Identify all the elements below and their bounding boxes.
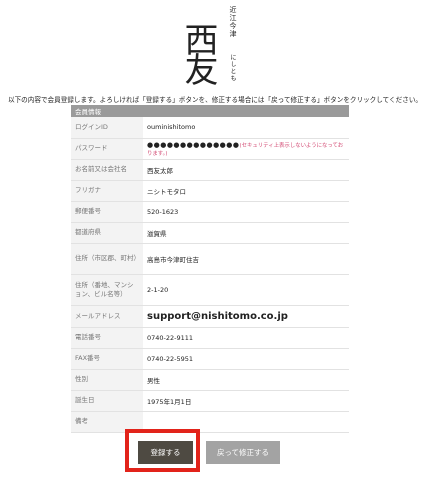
table-row-prefecture: 都道府県 滋賀県 — [71, 222, 349, 244]
row-value: ニシトモタロ — [143, 180, 349, 202]
register-button[interactable]: 登録する — [138, 441, 193, 464]
row-value: 高島市今津町住吉 — [143, 243, 349, 275]
row-label: パスワード — [71, 138, 143, 160]
table-row-name: お名前又は会社名 西友太郎 — [71, 159, 349, 181]
row-label: 誕生日 — [71, 390, 143, 412]
table-row-email: メールアドレス support@nishitomo.co.jp — [71, 305, 349, 328]
row-value: 0740-22-9111 — [143, 327, 349, 349]
row-label: 住所（番地、マンション、ビル名等） — [71, 274, 143, 306]
intro-text: 以下の内容で会員登録します。よろしければ「登録する」ボタンを、修正する場合には「… — [8, 96, 423, 104]
row-label: FAX番号 — [71, 348, 143, 370]
table-row-furigana: フリガナ ニシトモタロ — [71, 180, 349, 202]
row-label: お名前又は会社名 — [71, 159, 143, 181]
row-label: 都道府県 — [71, 222, 143, 244]
password-mask: ●●●●●●●●●●●●●● — [147, 140, 240, 149]
table-row-login-id: ログインID ouminishitomo — [71, 117, 349, 139]
row-value: 西友太郎 — [143, 159, 349, 181]
logo-sub-text: にしとも — [229, 54, 236, 82]
row-value: 1975年1月1日 — [143, 390, 349, 412]
row-value: 2-1-20 — [143, 274, 349, 306]
table-row-postal-code: 郵便番号 520-1623 — [71, 201, 349, 223]
table-caption-row: 会員情報 — [71, 105, 349, 117]
table-row-gender: 性別 男性 — [71, 369, 349, 391]
row-value: 520-1623 — [143, 201, 349, 223]
row-label: 性別 — [71, 369, 143, 391]
row-value: ouminishitomo — [143, 117, 349, 139]
table-row-phone: 電話番号 0740-22-9111 — [71, 327, 349, 349]
row-label: ログインID — [71, 117, 143, 139]
table-row-fax: FAX番号 0740-22-5951 — [71, 348, 349, 370]
row-value: support@nishitomo.co.jp — [143, 305, 349, 328]
table-row-birthday: 誕生日 1975年1月1日 — [71, 390, 349, 412]
logo-main-text: 西友 — [178, 22, 218, 82]
table-row-remarks: 備考 — [71, 411, 349, 433]
row-label: 郵便番号 — [71, 201, 143, 223]
email-value: support@nishitomo.co.jp — [147, 310, 288, 322]
row-label: 住所（市区郡、町村） — [71, 243, 143, 275]
row-label: フリガナ — [71, 180, 143, 202]
row-value: 滋賀県 — [143, 222, 349, 244]
member-info-table: 会員情報 ログインID ouminishitomo パスワード ●●●●●●●●… — [71, 105, 349, 433]
row-value: 男性 — [143, 369, 349, 391]
row-value: 0740-22-5951 — [143, 348, 349, 370]
logo: 近江今津 西友 にしとも — [178, 4, 250, 88]
table-row-address-street: 住所（番地、マンション、ビル名等） 2-1-20 — [71, 274, 349, 306]
row-value: ●●●●●●●●●●●●●●(セキュリティ上表示しないようになっております。) — [143, 138, 349, 160]
table-row-password: パスワード ●●●●●●●●●●●●●●(セキュリティ上表示しないようになってお… — [71, 138, 349, 160]
section-title: 会員情報 — [71, 105, 349, 117]
row-label: メールアドレス — [71, 305, 143, 328]
row-label: 電話番号 — [71, 327, 143, 349]
logo-top-text: 近江今津 — [229, 6, 237, 38]
table-row-address-city: 住所（市区郡、町村） 高島市今津町住吉 — [71, 243, 349, 275]
back-edit-button[interactable]: 戻って修正する — [206, 441, 280, 464]
